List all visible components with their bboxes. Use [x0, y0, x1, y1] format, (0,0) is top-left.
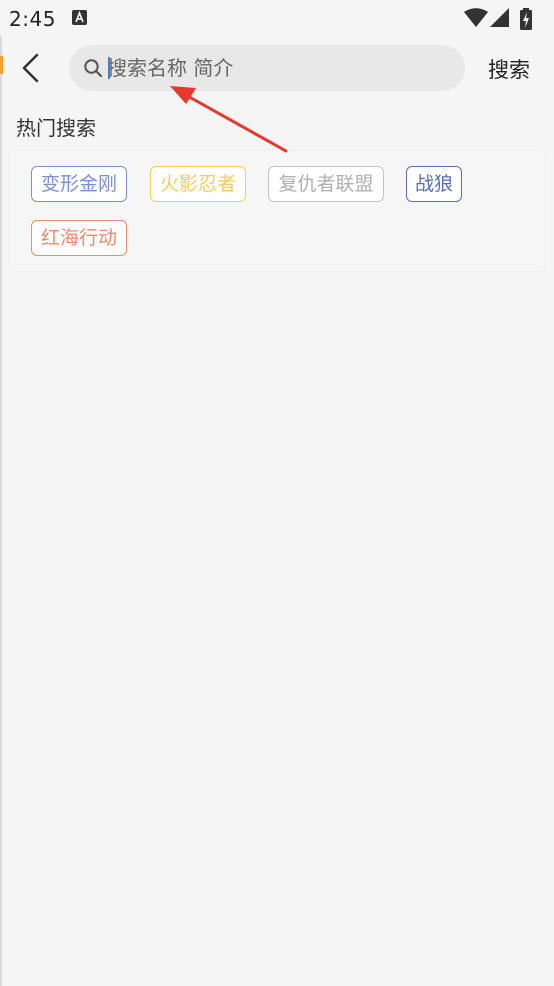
battery-charging-icon — [520, 8, 532, 30]
status-icons — [464, 8, 544, 30]
hot-tag-operation-red-sea[interactable]: 红海行动 — [31, 220, 127, 256]
chevron-left-icon[interactable] — [14, 50, 50, 86]
status-time: 2:45 — [9, 7, 56, 31]
annotation-arrow — [170, 86, 288, 153]
search-box[interactable] — [69, 45, 465, 91]
wifi-icon — [464, 8, 488, 27]
hot-search-tags: 变形金刚 火影忍者 复仇者联盟 战狼 红海行动 — [8, 149, 546, 272]
text-cursor — [108, 57, 110, 79]
hot-tag-avengers[interactable]: 复仇者联盟 — [268, 166, 384, 202]
status-bar: 2:45 — [0, 0, 554, 36]
left-edge-divider — [0, 0, 2, 986]
signal-icon — [490, 8, 509, 27]
hot-tag-naruto[interactable]: 火影忍者 — [150, 166, 246, 202]
a-letter-icon — [72, 10, 87, 25]
search-input[interactable] — [107, 45, 447, 91]
hot-search-title: 热门搜索 — [16, 116, 96, 140]
search-icon — [84, 59, 103, 78]
search-header: 搜索 — [0, 36, 554, 100]
search-button[interactable]: 搜索 — [488, 54, 530, 84]
hot-tag-transformers[interactable]: 变形金刚 — [31, 166, 127, 202]
hot-tag-wolf-warrior[interactable]: 战狼 — [406, 166, 462, 202]
